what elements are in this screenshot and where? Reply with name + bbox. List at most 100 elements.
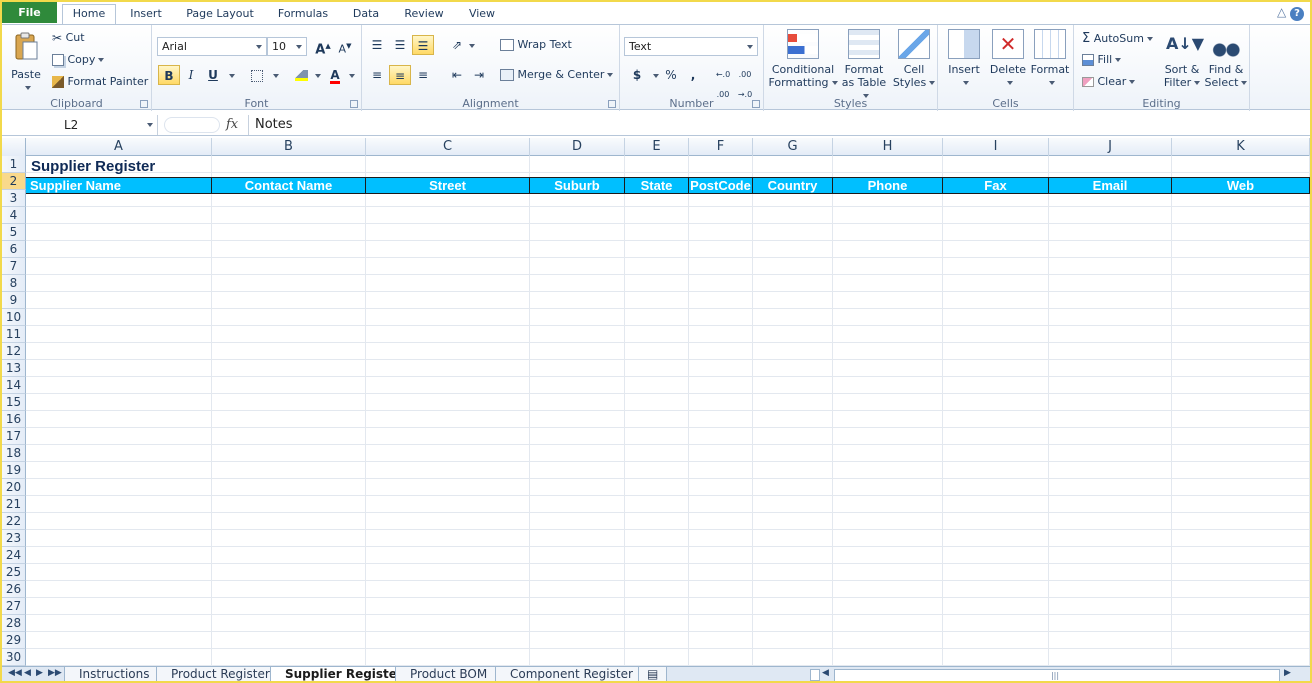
row-header-9[interactable]: 9 bbox=[2, 292, 26, 309]
underline-caret-icon[interactable] bbox=[229, 74, 235, 78]
column-header-f[interactable]: F bbox=[689, 138, 753, 156]
row-header-10[interactable]: 10 bbox=[2, 309, 26, 326]
decrease-decimal-button[interactable]: .00 →.0 bbox=[734, 65, 756, 99]
horizontal-scrollbar[interactable]: ||| bbox=[834, 669, 1280, 681]
column-header-j[interactable]: J bbox=[1049, 138, 1172, 156]
tab-page-layout[interactable]: Page Layout bbox=[182, 5, 258, 24]
borders-caret-icon[interactable] bbox=[273, 74, 279, 78]
bottom-align-icon[interactable]: ☰ bbox=[412, 35, 434, 55]
prev-sheet-icon[interactable]: ◀ bbox=[24, 668, 31, 678]
delete-cells-button[interactable]: ✕ Delete bbox=[986, 29, 1030, 89]
currency-button[interactable]: $ bbox=[626, 65, 648, 85]
borders-button[interactable] bbox=[246, 65, 268, 85]
alignment-dialog-launcher[interactable] bbox=[608, 100, 616, 108]
row-header-23[interactable]: 23 bbox=[2, 530, 26, 547]
font-name-select[interactable]: Arial bbox=[157, 37, 267, 56]
row-header-28[interactable]: 28 bbox=[2, 615, 26, 632]
row-header-20[interactable]: 20 bbox=[2, 479, 26, 496]
percent-button[interactable]: % bbox=[660, 65, 682, 85]
orientation-caret-icon[interactable] bbox=[469, 44, 475, 48]
row-header-18[interactable]: 18 bbox=[2, 445, 26, 462]
fill-color-caret-icon[interactable] bbox=[315, 74, 321, 78]
insert-function-icon[interactable]: fx bbox=[226, 115, 244, 135]
row-header-29[interactable]: 29 bbox=[2, 632, 26, 649]
row-header-13[interactable]: 13 bbox=[2, 360, 26, 377]
insert-sheet-icon[interactable]: ▤ bbox=[638, 667, 668, 681]
row-header-27[interactable]: 27 bbox=[2, 598, 26, 615]
clear-button[interactable]: Clear bbox=[1082, 75, 1136, 88]
conditional-formatting-button[interactable]: Conditional Formatting bbox=[768, 29, 838, 89]
worksheet-grid[interactable]: ABCDEFGHIJK 1 2 3 4 5 6 7 8 9 10 11 12 13 14 15 16 17 18 1… bbox=[2, 138, 1310, 666]
clipboard-dialog-launcher[interactable] bbox=[140, 100, 148, 108]
scroll-right-icon[interactable]: ▶ bbox=[1284, 668, 1291, 678]
tab-data[interactable]: Data bbox=[346, 5, 386, 24]
insert-cells-button[interactable]: Insert bbox=[942, 29, 986, 89]
cell-styles-button[interactable]: Cell Styles bbox=[892, 29, 936, 89]
header-cell-suburb[interactable]: Suburb bbox=[530, 178, 625, 193]
align-left-icon[interactable]: ≡ bbox=[366, 65, 388, 85]
sheet-title-cell[interactable]: Supplier Register bbox=[31, 158, 155, 175]
column-header-e[interactable]: E bbox=[625, 138, 689, 156]
row-header-14[interactable]: 14 bbox=[2, 377, 26, 394]
formula-bar-expand-handle[interactable] bbox=[164, 117, 220, 133]
last-sheet-icon[interactable]: ▶▶ bbox=[48, 668, 62, 678]
format-as-table-button[interactable]: Format as Table bbox=[838, 29, 890, 102]
tab-view[interactable]: View bbox=[462, 5, 502, 24]
header-cell-email[interactable]: Email bbox=[1049, 178, 1172, 193]
tab-insert[interactable]: Insert bbox=[124, 5, 168, 24]
header-cell-supplier-name[interactable]: Supplier Name bbox=[26, 178, 212, 193]
sheet-tab-component-register[interactable]: Component Register bbox=[495, 667, 648, 681]
row-header-30[interactable]: 30 bbox=[2, 649, 26, 666]
sheet-tab-instructions[interactable]: Instructions bbox=[64, 667, 165, 681]
header-cell-phone[interactable]: Phone bbox=[833, 178, 943, 193]
tab-file[interactable]: File bbox=[2, 2, 57, 23]
header-cell-fax[interactable]: Fax bbox=[943, 178, 1049, 193]
font-color-caret-icon[interactable] bbox=[349, 74, 355, 78]
row-header-8[interactable]: 8 bbox=[2, 275, 26, 292]
row-header-12[interactable]: 12 bbox=[2, 343, 26, 360]
align-right-icon[interactable]: ≡ bbox=[412, 65, 434, 85]
find-select-button[interactable]: Find & Select bbox=[1204, 29, 1248, 89]
fill-button[interactable]: Fill bbox=[1082, 53, 1122, 66]
tab-split-handle[interactable] bbox=[810, 669, 820, 681]
header-cell-country[interactable]: Country bbox=[753, 178, 833, 193]
format-cells-button[interactable]: Format bbox=[1028, 29, 1072, 89]
row-header-19[interactable]: 19 bbox=[2, 462, 26, 479]
format-painter-button[interactable]: Format Painter bbox=[52, 75, 148, 88]
row-header-25[interactable]: 25 bbox=[2, 564, 26, 581]
header-cell-state[interactable]: State bbox=[625, 178, 689, 193]
column-header-i[interactable]: I bbox=[943, 138, 1049, 156]
font-color-button[interactable]: A bbox=[324, 65, 346, 85]
scroll-left-icon[interactable]: ◀ bbox=[822, 668, 829, 678]
column-header-d[interactable]: D bbox=[530, 138, 625, 156]
formula-input[interactable]: Notes bbox=[248, 115, 1310, 135]
row-header-11[interactable]: 11 bbox=[2, 326, 26, 343]
currency-caret-icon[interactable] bbox=[653, 74, 659, 78]
decrease-indent-icon[interactable]: ⇤ bbox=[446, 65, 468, 85]
row-header-15[interactable]: 15 bbox=[2, 394, 26, 411]
column-header-b[interactable]: B bbox=[212, 138, 366, 156]
column-header-k[interactable]: K bbox=[1172, 138, 1310, 156]
align-center-icon[interactable]: ≡ bbox=[389, 65, 411, 85]
row-header-26[interactable]: 26 bbox=[2, 581, 26, 598]
column-header-g[interactable]: G bbox=[753, 138, 833, 156]
column-header-h[interactable]: H bbox=[833, 138, 943, 156]
row-header-22[interactable]: 22 bbox=[2, 513, 26, 530]
row-header-6[interactable]: 6 bbox=[2, 241, 26, 258]
grow-font-icon[interactable]: A▲ bbox=[312, 36, 334, 57]
orientation-icon[interactable]: ⇗ bbox=[446, 35, 468, 55]
number-dialog-launcher[interactable] bbox=[752, 100, 760, 108]
tab-formulas[interactable]: Formulas bbox=[272, 5, 334, 24]
next-sheet-icon[interactable]: ▶ bbox=[36, 668, 43, 678]
first-sheet-icon[interactable]: ◀◀ bbox=[8, 668, 22, 678]
copy-button[interactable]: Copy bbox=[52, 53, 105, 66]
row-header-7[interactable]: 7 bbox=[2, 258, 26, 275]
underline-button[interactable]: U bbox=[202, 65, 224, 85]
font-dialog-launcher[interactable] bbox=[350, 100, 358, 108]
select-all-corner[interactable] bbox=[2, 138, 26, 156]
header-cell-contact-name[interactable]: Contact Name bbox=[212, 178, 366, 193]
sheet-tab-product-register[interactable]: Product Register bbox=[156, 667, 285, 681]
row-header-3[interactable]: 3 bbox=[2, 190, 26, 207]
increase-decimal-button[interactable]: ←.0 .00 bbox=[712, 65, 734, 99]
sheet-tab-product-bom[interactable]: Product BOM bbox=[395, 667, 503, 681]
